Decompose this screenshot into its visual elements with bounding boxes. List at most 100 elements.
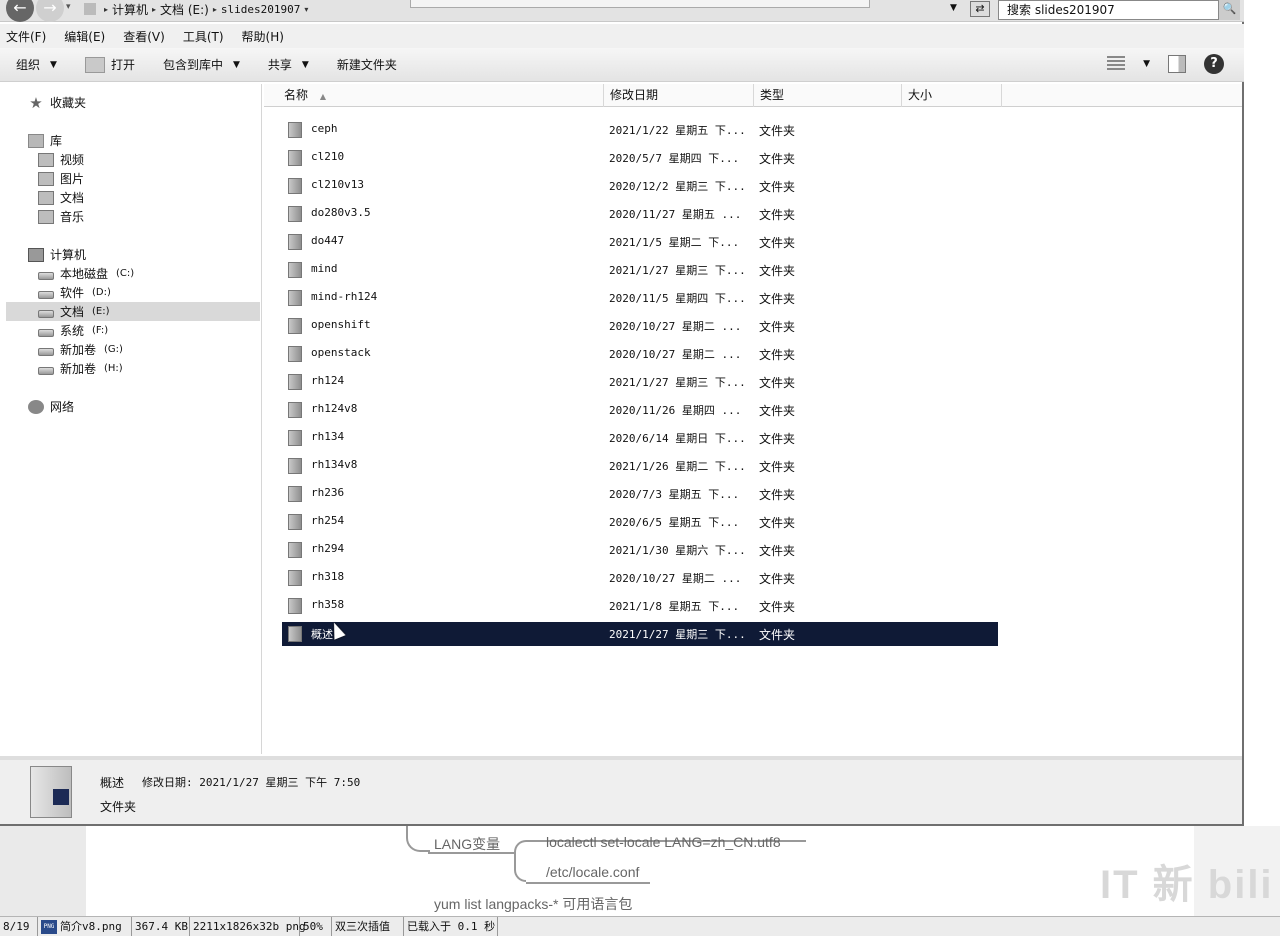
- file-modified-date: 2020/6/14 星期日 下...: [609, 432, 746, 445]
- column-size[interactable]: 大小: [902, 84, 1002, 107]
- file-row[interactable]: rh134 2020/6/14 星期日 下... 文件夹: [282, 426, 998, 450]
- watermark-logo: IT 新 bili: [1100, 863, 1274, 907]
- file-row[interactable]: rh318 2020/10/27 星期二 ... 文件夹: [282, 566, 998, 590]
- nav-favorites[interactable]: ★ 收藏夹: [28, 93, 86, 112]
- file-row[interactable]: rh254 2020/6/5 星期五 下... 文件夹: [282, 510, 998, 534]
- file-row[interactable]: openstack 2020/10/27 星期二 ... 文件夹: [282, 342, 998, 366]
- menu-help[interactable]: 帮助(H): [242, 28, 284, 45]
- file-row[interactable]: ceph 2021/1/22 星期五 下... 文件夹: [282, 118, 998, 142]
- menu-file[interactable]: 文件(F): [6, 28, 46, 45]
- file-row[interactable]: 概述 2021/1/27 星期三 下... 文件夹: [282, 622, 998, 646]
- history-dropdown-icon[interactable]: ▾: [66, 2, 71, 12]
- nav-library-pictures[interactable]: 图片: [38, 169, 84, 188]
- forward-button[interactable]: →: [36, 0, 64, 22]
- nav-drive-f[interactable]: 系统 (F:): [38, 321, 108, 340]
- menu-edit[interactable]: 编辑(E): [64, 28, 105, 45]
- file-row[interactable]: cl210 2020/5/7 星期四 下... 文件夹: [282, 146, 998, 170]
- file-type: 文件夹: [759, 208, 796, 222]
- file-row[interactable]: rh124v8 2020/11/26 星期四 ... 文件夹: [282, 398, 998, 422]
- status-filename-text: 简介v8.png: [60, 920, 122, 933]
- address-dropdown-icon[interactable]: ▼: [950, 3, 957, 13]
- png-file-icon: PNG: [41, 919, 57, 934]
- library-icon: [28, 133, 44, 148]
- file-row[interactable]: rh124 2021/1/27 星期三 下... 文件夹: [282, 370, 998, 394]
- folder-icon: [288, 542, 302, 558]
- file-row[interactable]: do280v3.5 2020/11/27 星期五 ... 文件夹: [282, 202, 998, 226]
- breadcrumb-computer[interactable]: 计算机: [112, 1, 148, 18]
- column-name-label: 名称: [284, 88, 309, 102]
- nav-library-videos[interactable]: 视频: [38, 150, 84, 169]
- file-list: 名称 ▲ 修改日期 类型 大小 ceph 2021/1/22 星期五 下... 文件…: [264, 84, 1242, 754]
- computer-icon: [28, 247, 44, 262]
- nav-label: 音乐: [60, 210, 85, 224]
- music-icon: [38, 209, 54, 224]
- new-folder-button[interactable]: 新建文件夹: [337, 56, 397, 73]
- refresh-icon[interactable]: ⇄: [970, 1, 990, 17]
- file-row[interactable]: rh294 2021/1/30 星期六 下... 文件夹: [282, 538, 998, 562]
- nav-label: 网络: [50, 400, 75, 414]
- search-input[interactable]: 搜索 slides201907: [998, 0, 1238, 20]
- status-index: 8/19: [0, 917, 38, 936]
- file-row[interactable]: rh134v8 2021/1/26 星期二 下... 文件夹: [282, 454, 998, 478]
- help-icon[interactable]: ?: [1204, 54, 1224, 74]
- drive-icon: [38, 271, 54, 280]
- nav-library-music[interactable]: 音乐: [38, 207, 84, 226]
- chevron-right-icon[interactable]: ▸: [213, 5, 217, 14]
- share-button[interactable]: 共享 ▼: [268, 56, 309, 73]
- file-name: rh358: [311, 598, 345, 611]
- breadcrumb-folder[interactable]: slides201907: [221, 3, 300, 16]
- nav-drive-e[interactable]: 文档 (E:): [6, 302, 260, 321]
- nav-computer[interactable]: 计算机: [28, 245, 86, 264]
- nav-libraries[interactable]: 库: [28, 131, 62, 150]
- share-label: 共享: [267, 58, 292, 72]
- chevron-down-icon[interactable]: ▾: [304, 5, 308, 14]
- chevron-down-icon[interactable]: ▼: [1143, 59, 1150, 69]
- file-modified-date: 2020/11/26 星期四 ...: [609, 404, 742, 417]
- file-name: cl210v13: [311, 178, 364, 191]
- include-in-library-button[interactable]: 包含到库中 ▼: [163, 56, 240, 73]
- open-icon: [84, 56, 105, 73]
- file-modified-date: 2020/11/5 星期四 下...: [609, 292, 746, 305]
- back-button[interactable]: ←: [6, 0, 34, 22]
- nav-label: 图片: [60, 172, 85, 186]
- nav-label: 库: [50, 134, 63, 148]
- file-row[interactable]: mind 2021/1/27 星期三 下... 文件夹: [282, 258, 998, 282]
- preview-pane-icon[interactable]: [1168, 55, 1186, 73]
- navigation-pane: ★ 收藏夹 库 视频 图片 文档 音乐 计算机 本地磁盘 (C:) 软件 (D:…: [0, 84, 262, 754]
- chevron-right-icon[interactable]: ▸: [104, 5, 108, 14]
- file-name: openstack: [311, 346, 371, 359]
- search-icon[interactable]: 🔍: [1218, 0, 1240, 20]
- file-type: 文件夹: [759, 320, 796, 334]
- organize-button[interactable]: 组织 ▼: [16, 56, 57, 73]
- folder-icon: [288, 374, 302, 390]
- chevron-right-icon[interactable]: ▸: [152, 5, 156, 14]
- column-date[interactable]: 修改日期: [604, 84, 754, 107]
- view-options-icon[interactable]: [1107, 56, 1126, 72]
- mindmap-connector: [514, 852, 526, 882]
- column-type[interactable]: 类型: [754, 84, 902, 107]
- nav-network[interactable]: 网络: [28, 397, 74, 416]
- file-row[interactable]: cl210v13 2020/12/2 星期三 下... 文件夹: [282, 174, 998, 198]
- breadcrumb-drive[interactable]: 文档 (E:): [160, 1, 209, 18]
- nav-drive-g[interactable]: 新加卷 (G:): [38, 340, 123, 359]
- nav-drive-h[interactable]: 新加卷 (H:): [38, 359, 123, 378]
- viewer-image: LANG变量 localectl set-locale LANG=zh_CN.u…: [86, 826, 1194, 916]
- file-row[interactable]: mind-rh124 2020/11/5 星期四 下... 文件夹: [282, 286, 998, 310]
- open-button[interactable]: 打开: [84, 56, 135, 73]
- file-row[interactable]: do447 2021/1/5 星期二 下... 文件夹: [282, 230, 998, 254]
- file-row[interactable]: openshift 2020/10/27 星期二 ... 文件夹: [282, 314, 998, 338]
- column-name[interactable]: 名称 ▲: [278, 84, 604, 107]
- nav-library-documents[interactable]: 文档: [38, 188, 84, 207]
- file-modified-date: 2020/10/27 星期二 ...: [609, 572, 742, 585]
- details-modified-date: 修改日期: 2021/1/27 星期三 下午 7:50: [142, 776, 361, 789]
- document-icon: [38, 190, 54, 205]
- menu-tools[interactable]: 工具(T): [183, 28, 224, 45]
- file-row[interactable]: rh236 2020/7/3 星期五 下... 文件夹: [282, 482, 998, 506]
- nav-drive-c[interactable]: 本地磁盘 (C:): [38, 264, 134, 283]
- file-type: 文件夹: [759, 460, 796, 474]
- file-row[interactable]: rh358 2021/1/8 星期五 下... 文件夹: [282, 594, 998, 618]
- menu-view[interactable]: 查看(V): [123, 28, 165, 45]
- file-modified-date: 2021/1/26 星期二 下...: [609, 460, 746, 473]
- nav-drive-d[interactable]: 软件 (D:): [38, 283, 111, 302]
- file-type: 文件夹: [759, 404, 796, 418]
